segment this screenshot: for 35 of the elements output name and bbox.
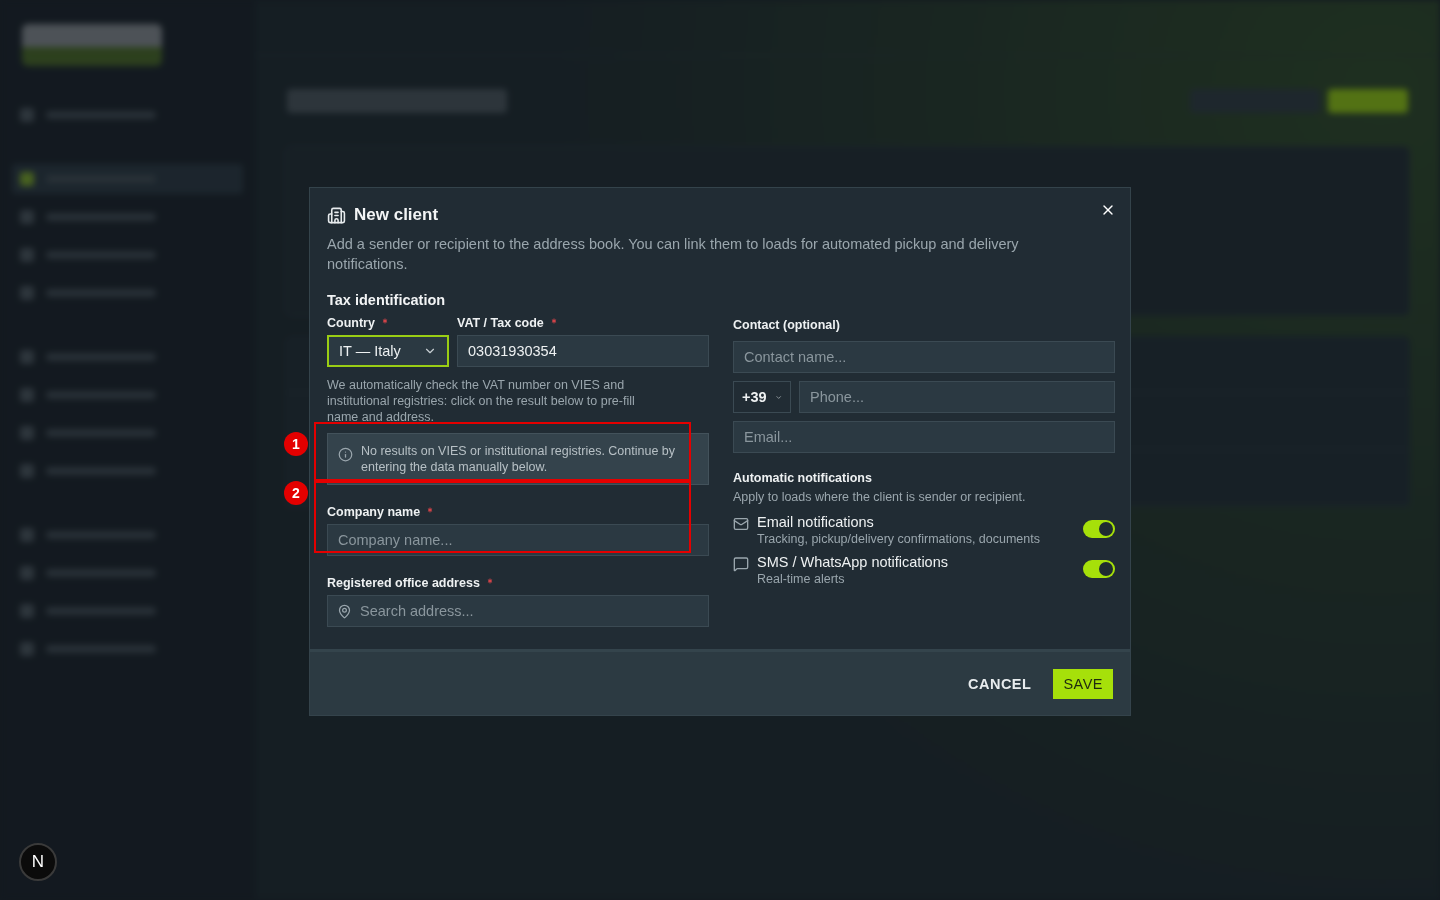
vat-field[interactable]: 03031930354 [457, 335, 709, 367]
country-select[interactable]: IT — Italy [327, 335, 449, 367]
notification-title: Email notifications [757, 514, 875, 530]
field-label: Contact (optional) [733, 318, 841, 332]
field-label: VAT / Tax code [457, 316, 709, 330]
mail-icon [733, 516, 749, 532]
phone-prefix-select[interactable]: +39 [733, 381, 791, 413]
field-label: Country [327, 316, 449, 330]
chat-icon [733, 556, 749, 572]
cancel-button[interactable]: CANCEL [965, 669, 1034, 698]
contact-name-field[interactable]: Contact name... [733, 341, 1115, 373]
company-name-field[interactable]: Company name... [327, 524, 709, 556]
sidebar-item[interactable] [12, 164, 243, 194]
phone-field[interactable]: Phone... [799, 381, 1115, 413]
dialog-description: Add a sender or recipient to the address book. You can link them to loads for automated pickup and delivery notifications. [327, 235, 1020, 274]
field-label: Registered office address [327, 576, 709, 590]
notice-text: No results on VIES or institutional registries. Continue by entering the data manually below. [361, 443, 677, 475]
field-label: Company name [327, 505, 709, 519]
notification-title: SMS / WhatsApp notifications [757, 554, 949, 570]
email-field[interactable]: Email... [733, 421, 1115, 453]
notification-subtitle: Tracking, pickup/delivery confirmations, documents [757, 532, 1041, 546]
section-description: Apply to loads where the client is sender or recipient. [733, 490, 1027, 504]
section-heading: Tax identification [327, 292, 447, 308]
address-field[interactable]: Search address... [327, 595, 709, 627]
save-button[interactable]: SAVE [1053, 668, 1113, 699]
toggle-switch[interactable] [1083, 520, 1115, 538]
new-button[interactable] [1328, 89, 1408, 113]
info-icon [338, 447, 353, 462]
building-icon [327, 205, 346, 225]
section-heading: Automatic notifications [733, 471, 873, 485]
dialog-title: New client [354, 205, 439, 225]
notification-subtitle: Real-time alerts [757, 572, 846, 586]
toggle-switch[interactable] [1083, 560, 1115, 578]
help-text: We automatically check the VAT number on VIES and institutional registries: click on the result below to pre-fill name and address. [327, 377, 636, 425]
location-pin-icon [337, 604, 352, 619]
